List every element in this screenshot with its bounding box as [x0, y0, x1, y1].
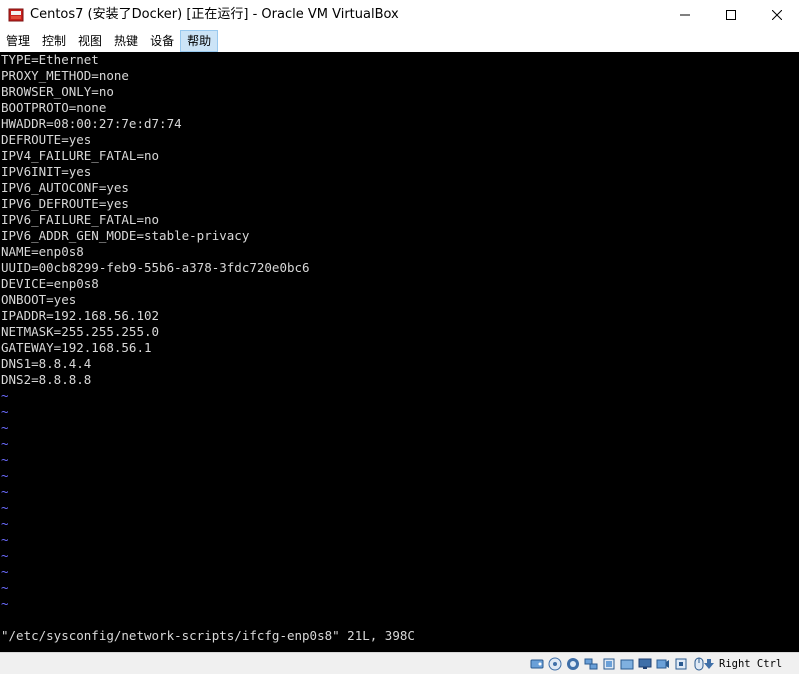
empty-line-tilde: ~	[1, 548, 9, 563]
window-title: Centos7 (安装了Docker) [正在运行] - Oracle VM V…	[30, 7, 399, 22]
empty-line-tilde: ~	[1, 564, 9, 579]
empty-line-tilde: ~	[1, 532, 9, 547]
empty-line-tilde: ~	[1, 436, 9, 451]
config-line: PROXY_METHOD=none	[1, 68, 129, 83]
hard-disk-icon[interactable]	[530, 656, 544, 670]
host-key-arrow-icon	[702, 656, 716, 670]
empty-line-tilde: ~	[1, 420, 9, 435]
config-line: IPV6_FAILURE_FATAL=no	[1, 212, 160, 227]
vim-status-line: "/etc/sysconfig/network-scripts/ifcfg-en…	[1, 628, 415, 643]
config-line: UUID=00cb8299-feb9-55b6-a378-3fdc720e0bc…	[1, 260, 310, 275]
empty-line-tilde: ~	[1, 452, 9, 467]
config-line: IPV6_AUTOCONF=yes	[1, 180, 129, 195]
config-line: GATEWAY=192.168.56.1	[1, 340, 152, 355]
menu-manage[interactable]: 管理	[0, 30, 36, 52]
virtualbox-window: Centos7 (安装了Docker) [正在运行] - Oracle VM V…	[0, 0, 799, 674]
empty-line-tilde: ~	[1, 404, 9, 419]
host-key-label: Right Ctrl	[719, 658, 783, 670]
minimize-icon	[680, 14, 690, 16]
virtualbox-icon	[8, 7, 24, 23]
menu-control[interactable]: 控制	[36, 30, 72, 52]
network-icon[interactable]	[584, 656, 598, 670]
config-line: HWADDR=08:00:27:7e:d7:74	[1, 116, 182, 131]
empty-line-tilde: ~	[1, 468, 9, 483]
empty-line-tilde: ~	[1, 500, 9, 515]
menu-hotkey[interactable]: 热键	[108, 30, 144, 52]
empty-line-tilde: ~	[1, 388, 9, 403]
usb-icon[interactable]	[602, 656, 616, 670]
config-line: DNS1=8.8.4.4	[1, 356, 92, 371]
shared-folders-icon[interactable]	[620, 656, 634, 670]
config-line: DNS2=8.8.8.8	[1, 372, 92, 387]
config-line: IPADDR=192.168.56.102	[1, 308, 160, 323]
config-line: ONBOOT=yes	[1, 292, 77, 307]
config-line: NAME=enp0s8	[1, 244, 84, 259]
optical-drive-icon[interactable]	[548, 656, 562, 671]
config-line: BROWSER_ONLY=no	[1, 84, 114, 99]
config-line: IPV6_DEFROUTE=yes	[1, 196, 129, 211]
empty-line-tilde: ~	[1, 516, 9, 531]
vm-console[interactable]: TYPE=Ethernet PROXY_METHOD=none BROWSER_ON…	[0, 52, 799, 652]
maximize-button[interactable]	[708, 0, 754, 30]
config-line: TYPE=Ethernet	[1, 52, 99, 67]
display-icon[interactable]	[638, 656, 652, 670]
config-line: BOOTPROTO=none	[1, 100, 107, 115]
config-line: NETMASK=255.255.255.0	[1, 324, 160, 339]
empty-line-tilde: ~	[1, 484, 9, 499]
menu-devices[interactable]: 设备	[144, 30, 180, 52]
empty-line-tilde: ~	[1, 596, 9, 611]
config-line: IPV6_ADDR_GEN_MODE=stable-privacy	[1, 228, 250, 243]
empty-line-tilde: ~	[1, 580, 9, 595]
maximize-icon	[726, 10, 736, 20]
close-button[interactable]	[754, 0, 799, 30]
config-line: DEFROUTE=yes	[1, 132, 92, 147]
menu-view[interactable]: 视图	[72, 30, 108, 52]
recording-icon[interactable]	[656, 656, 670, 670]
status-bar: Right Ctrl	[0, 652, 799, 674]
config-line: IPV6INIT=yes	[1, 164, 92, 179]
menu-bar: 管理 控制 视图 热键 设备 帮助	[0, 30, 799, 52]
audio-icon[interactable]	[566, 656, 580, 670]
menu-help[interactable]: 帮助	[180, 30, 219, 52]
config-line: DEVICE=enp0s8	[1, 276, 99, 291]
minimize-button[interactable]	[662, 0, 708, 30]
title-bar[interactable]: Centos7 (安装了Docker) [正在运行] - Oracle VM V…	[0, 0, 799, 30]
close-icon	[772, 10, 782, 20]
cpu-icon[interactable]	[674, 656, 688, 670]
config-line: IPV4_FAILURE_FATAL=no	[1, 148, 160, 163]
